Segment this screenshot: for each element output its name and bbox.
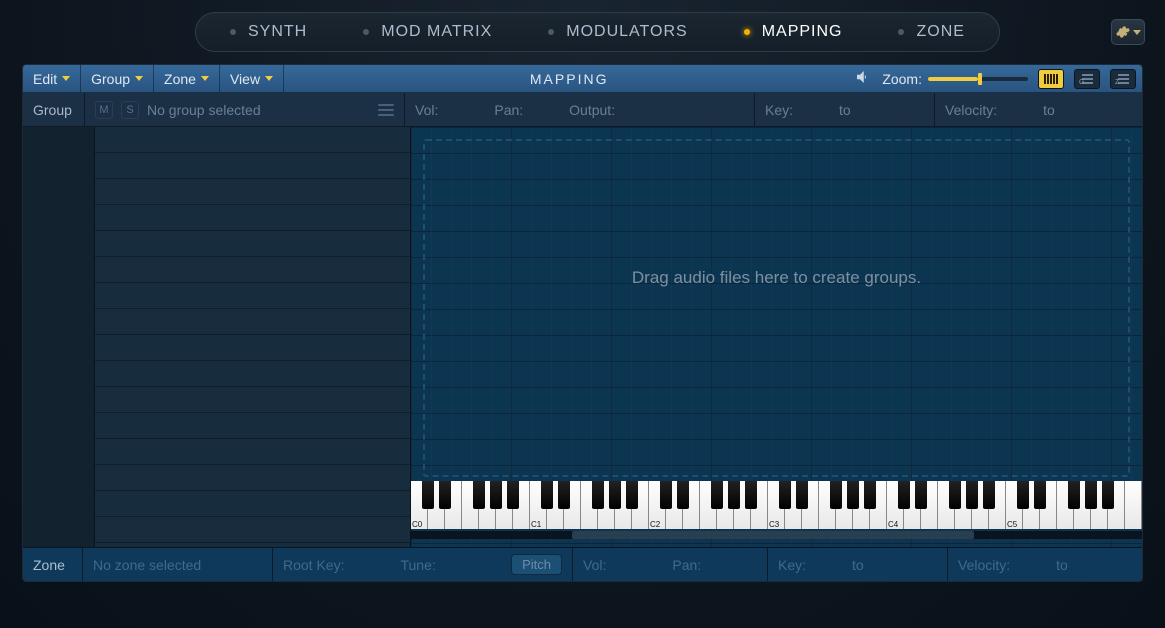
- dropzone[interactable]: Drag audio files here to create groups.: [423, 139, 1130, 477]
- piano-keyboard[interactable]: C0C1C2C3C4C5: [411, 481, 1142, 529]
- root-key-label: Root Key:: [283, 557, 344, 573]
- mapping-main-area: Drag audio files here to create groups. …: [23, 127, 1142, 547]
- zone-key-cell[interactable]: Key: to: [768, 548, 948, 581]
- zone-row-label: Zone: [23, 548, 83, 581]
- menu-label: Group: [91, 71, 130, 87]
- zone-footer-row: Zone No zone selected Root Key: Tune: Pi…: [23, 547, 1142, 581]
- mapping-canvas[interactable]: Drag audio files here to create groups. …: [411, 127, 1142, 547]
- menu-edit[interactable]: Edit: [23, 65, 81, 92]
- svg-text:Z: Z: [1115, 79, 1120, 86]
- to-label: to: [1056, 557, 1068, 573]
- horizontal-scrollbar[interactable]: [411, 531, 1142, 539]
- tab-label: MOD MATRIX: [381, 23, 492, 41]
- vol-label: Vol:: [415, 102, 438, 118]
- main-nav: SYNTH MOD MATRIX MODULATORS MAPPING ZONE: [195, 12, 1000, 52]
- chevron-down-icon: [1133, 30, 1141, 35]
- zoom-label: Zoom:: [882, 71, 922, 87]
- group-placeholder: No group selected: [147, 102, 261, 118]
- window-title: MAPPING: [284, 71, 854, 87]
- velocity-label: Velocity:: [958, 557, 1010, 573]
- zone-tune-cell[interactable]: Root Key: Tune: Pitch: [273, 548, 573, 581]
- menu-view[interactable]: View: [220, 65, 284, 92]
- to-label: to: [852, 557, 864, 573]
- keymap-icon: [1043, 72, 1059, 86]
- tab-label: ZONE: [916, 23, 964, 41]
- zone-velocity-cell[interactable]: Velocity: to: [948, 548, 1142, 581]
- zoom-slider[interactable]: [928, 77, 1028, 81]
- zoom-fill: [928, 77, 978, 81]
- chevron-down-icon: [265, 76, 273, 81]
- chevron-down-icon: [62, 76, 70, 81]
- chevron-down-icon: [135, 76, 143, 81]
- pan-label: Pan:: [494, 102, 523, 118]
- pitch-button[interactable]: Pitch: [511, 554, 562, 575]
- view-mode-group-button[interactable]: G: [1074, 69, 1100, 89]
- group-velocity-cell[interactable]: Velocity: to: [935, 93, 1142, 126]
- dot-icon: [363, 29, 369, 35]
- mapping-window: Edit Group Zone View MAPPING Zoom:: [22, 64, 1143, 582]
- gear-icon: [1116, 25, 1130, 39]
- tab-modulators[interactable]: MODULATORS: [520, 13, 715, 51]
- group-header-row: Group M S No group selected Vol: Pan: Ou…: [23, 93, 1142, 127]
- keyboard-area: C0C1C2C3C4C5: [411, 481, 1142, 539]
- tab-label: MODULATORS: [566, 23, 687, 41]
- velocity-label: Velocity:: [945, 102, 997, 118]
- vol-label: Vol:: [583, 557, 606, 573]
- key-label: Key:: [778, 557, 806, 573]
- dot-icon: [744, 29, 750, 35]
- group-selector-cell[interactable]: M S No group selected: [85, 93, 405, 126]
- menubar: Edit Group Zone View MAPPING Zoom:: [23, 65, 1142, 93]
- scrollbar-thumb[interactable]: [572, 531, 974, 539]
- svg-text:G: G: [1079, 79, 1084, 86]
- group-key-cell[interactable]: Key: to: [755, 93, 935, 126]
- group-row-label: Group: [23, 93, 85, 126]
- tab-label: MAPPING: [762, 23, 843, 41]
- mute-button[interactable]: M: [95, 101, 113, 119]
- speaker-icon: [854, 68, 872, 86]
- dot-icon: [898, 29, 904, 35]
- group-list-icon: G: [1079, 72, 1095, 86]
- zone-selector-cell[interactable]: No zone selected: [83, 548, 273, 581]
- sidebar-rows[interactable]: [95, 127, 410, 547]
- speaker-button[interactable]: [854, 68, 872, 89]
- group-mix-cell[interactable]: Vol: Pan: Output:: [405, 93, 755, 126]
- to-label: to: [1043, 102, 1055, 118]
- tab-mapping[interactable]: MAPPING: [716, 13, 871, 51]
- list-icon[interactable]: [378, 104, 394, 116]
- zone-placeholder: No zone selected: [93, 557, 201, 573]
- dot-icon: [548, 29, 554, 35]
- zone-mix-cell[interactable]: Vol: Pan:: [573, 548, 768, 581]
- menu-label: Edit: [33, 71, 57, 87]
- settings-menu-button[interactable]: [1111, 19, 1145, 45]
- pan-label: Pan:: [672, 557, 701, 573]
- tab-zone[interactable]: ZONE: [870, 13, 992, 51]
- menu-label: Zone: [164, 71, 196, 87]
- view-mode-zone-button[interactable]: Z: [1110, 69, 1136, 89]
- view-mode-keymap-button[interactable]: [1038, 69, 1064, 89]
- to-label: to: [839, 102, 851, 118]
- dot-icon: [230, 29, 236, 35]
- chevron-down-icon: [201, 76, 209, 81]
- output-label: Output:: [569, 102, 615, 118]
- tab-label: SYNTH: [248, 23, 307, 41]
- menu-zone[interactable]: Zone: [154, 65, 220, 92]
- tune-label: Tune:: [400, 557, 435, 573]
- group-sidebar: [23, 127, 411, 547]
- menu-label: View: [230, 71, 260, 87]
- key-label: Key:: [765, 102, 793, 118]
- tab-synth[interactable]: SYNTH: [202, 13, 335, 51]
- dropzone-hint: Drag audio files here to create groups.: [632, 268, 921, 288]
- sidebar-gutter: [23, 127, 95, 547]
- zoom-knob[interactable]: [978, 73, 982, 85]
- zone-list-icon: Z: [1115, 72, 1131, 86]
- solo-button[interactable]: S: [121, 101, 139, 119]
- menu-group[interactable]: Group: [81, 65, 154, 92]
- tab-mod-matrix[interactable]: MOD MATRIX: [335, 13, 520, 51]
